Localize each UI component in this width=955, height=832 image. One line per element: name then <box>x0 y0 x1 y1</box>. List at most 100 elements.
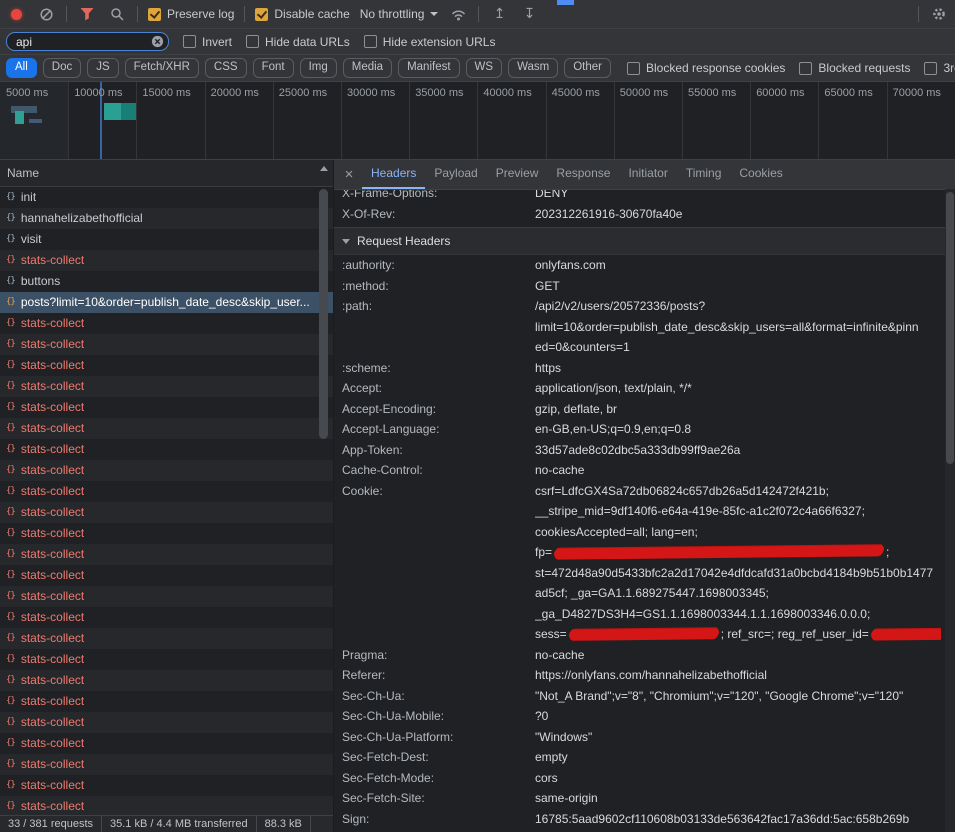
timeline-tick-label: 40000 ms <box>483 87 531 99</box>
request-row[interactable]: {}buttons <box>0 271 333 292</box>
search-button[interactable] <box>107 4 127 24</box>
request-row[interactable]: {}stats-collect <box>0 502 333 523</box>
filter-chip-manifest[interactable]: Manifest <box>398 58 459 78</box>
request-row[interactable]: {}stats-collect <box>0 670 333 691</box>
request-row[interactable]: {}stats-collect <box>0 355 333 376</box>
filter-chip-js[interactable]: JS <box>87 58 118 78</box>
preserve-log-checkbox[interactable]: Preserve log <box>148 7 234 21</box>
request-row[interactable]: {}stats-collect <box>0 376 333 397</box>
timeline-overview[interactable]: 5000 ms10000 ms15000 ms20000 ms25000 ms3… <box>0 82 955 160</box>
details-scrollbar[interactable] <box>945 189 955 832</box>
request-row[interactable]: {}posts?limit=10&order=publish_date_desc… <box>0 292 333 313</box>
request-row[interactable]: {}stats-collect <box>0 649 333 670</box>
filter-toggle-button[interactable] <box>77 4 97 24</box>
request-row[interactable]: {}stats-collect <box>0 313 333 334</box>
filter-chip-other[interactable]: Other <box>564 58 611 78</box>
export-har-button[interactable]: ↧ <box>519 4 539 24</box>
clear-button[interactable] <box>36 4 56 24</box>
settings-button[interactable] <box>929 4 949 24</box>
filter-chip-media[interactable]: Media <box>343 58 392 78</box>
filter-chip-font[interactable]: Font <box>253 58 294 78</box>
script-icon: {} <box>6 292 15 313</box>
request-row[interactable]: {}stats-collect <box>0 565 333 586</box>
timeline-gridline <box>409 82 410 159</box>
invert-checkbox[interactable]: Invert <box>183 35 232 49</box>
filter-chip-doc[interactable]: Doc <box>43 58 81 78</box>
request-label: stats-collect <box>21 481 84 502</box>
close-details-button[interactable]: × <box>336 160 362 189</box>
header-value-text: csrf=LdfcGX4Sa72db06824c657db26a5d142472… <box>535 484 829 498</box>
request-row[interactable]: {}stats-collect <box>0 775 333 796</box>
tab-timing[interactable]: Timing <box>677 160 731 189</box>
request-row[interactable]: {}stats-collect <box>0 796 333 815</box>
toggle-3rd-party-requests[interactable]: 3rd-party requests <box>924 61 955 75</box>
network-conditions-button[interactable] <box>448 4 468 24</box>
hide-data-urls-checkbox[interactable]: Hide data URLs <box>246 35 350 49</box>
tab-headers[interactable]: Headers <box>362 160 425 189</box>
throttling-select[interactable]: No throttling <box>360 7 439 21</box>
request-label: stats-collect <box>21 418 84 439</box>
timeline-gridline <box>887 82 888 159</box>
request-row[interactable]: {}stats-collect <box>0 523 333 544</box>
request-row[interactable]: {}stats-collect <box>0 334 333 355</box>
filter-chip-fetch-xhr[interactable]: Fetch/XHR <box>125 58 199 78</box>
tab-response[interactable]: Response <box>547 160 619 189</box>
header-name: Accept-Encoding: <box>342 399 535 420</box>
request-row[interactable]: {}stats-collect <box>0 397 333 418</box>
filter-chip-css[interactable]: CSS <box>205 58 247 78</box>
clear-filter-button[interactable] <box>151 35 164 51</box>
tab-payload[interactable]: Payload <box>425 160 486 189</box>
request-headers-section-header[interactable]: Request Headers <box>334 228 955 255</box>
request-row[interactable]: {}stats-collect <box>0 439 333 460</box>
header-value-text: application/json, text/plain, */* <box>535 381 692 395</box>
request-row[interactable]: {}visit <box>0 229 333 250</box>
name-column-header[interactable]: Name <box>0 160 333 187</box>
request-row[interactable]: {}stats-collect <box>0 607 333 628</box>
request-label: stats-collect <box>21 649 84 670</box>
request-row[interactable]: {}stats-collect <box>0 481 333 502</box>
scrollbar-thumb[interactable] <box>319 189 328 439</box>
filter-chip-all[interactable]: All <box>6 58 37 78</box>
record-button[interactable] <box>6 4 26 24</box>
tab-cookies[interactable]: Cookies <box>730 160 791 189</box>
scrollbar-thumb[interactable] <box>946 192 954 464</box>
header-value-text: DENY <box>535 190 568 200</box>
script-icon: {} <box>6 565 15 586</box>
invert-label: Invert <box>202 35 232 49</box>
request-row[interactable]: {}stats-collect <box>0 754 333 775</box>
tab-initiator[interactable]: Initiator <box>619 160 676 189</box>
request-row[interactable]: {}init <box>0 187 333 208</box>
disable-cache-checkbox[interactable]: Disable cache <box>255 7 349 21</box>
request-row[interactable]: {}stats-collect <box>0 460 333 481</box>
request-label: stats-collect <box>21 586 84 607</box>
header-value-line: csrf=LdfcGX4Sa72db06824c657db26a5d142472… <box>535 481 941 502</box>
tab-preview[interactable]: Preview <box>487 160 548 189</box>
import-har-button[interactable]: ↥ <box>489 4 509 24</box>
header-value-text: /api2/v2/users/20572336/posts? <box>535 299 705 313</box>
filter-input[interactable] <box>6 32 169 51</box>
requests-scrollbar[interactable] <box>318 163 329 810</box>
request-row[interactable]: {}stats-collect <box>0 250 333 271</box>
request-row[interactable]: {}stats-collect <box>0 733 333 754</box>
header-value-text: empty <box>535 750 568 764</box>
request-row[interactable]: {}stats-collect <box>0 586 333 607</box>
request-row[interactable]: {}stats-collect <box>0 712 333 733</box>
toggle-blocked-response-cookies[interactable]: Blocked response cookies <box>627 61 785 75</box>
request-row[interactable]: {}hannahelizabethofficial <box>0 208 333 229</box>
filter-chip-img[interactable]: Img <box>300 58 337 78</box>
request-row[interactable]: {}stats-collect <box>0 544 333 565</box>
scroll-up-icon[interactable] <box>320 166 328 171</box>
toggle-blocked-requests[interactable]: Blocked requests <box>799 61 910 75</box>
request-row[interactable]: {}stats-collect <box>0 628 333 649</box>
filter-chip-wasm[interactable]: Wasm <box>508 58 558 78</box>
request-row[interactable]: {}stats-collect <box>0 691 333 712</box>
header-name: :authority: <box>342 255 535 276</box>
script-icon: {} <box>6 418 15 439</box>
request-row[interactable]: {} stats-collect <box>0 418 333 439</box>
filter-chip-ws[interactable]: WS <box>466 58 503 78</box>
header-value: en-GB,en-US;q=0.9,en;q=0.8 <box>535 419 955 440</box>
header-row: Accept-Language:en-GB,en-US;q=0.9,en;q=0… <box>334 419 955 440</box>
header-value-line: application/json, text/plain, */* <box>535 378 941 399</box>
checkbox-unchecked-icon <box>627 62 640 75</box>
hide-extension-urls-checkbox[interactable]: Hide extension URLs <box>364 35 496 49</box>
